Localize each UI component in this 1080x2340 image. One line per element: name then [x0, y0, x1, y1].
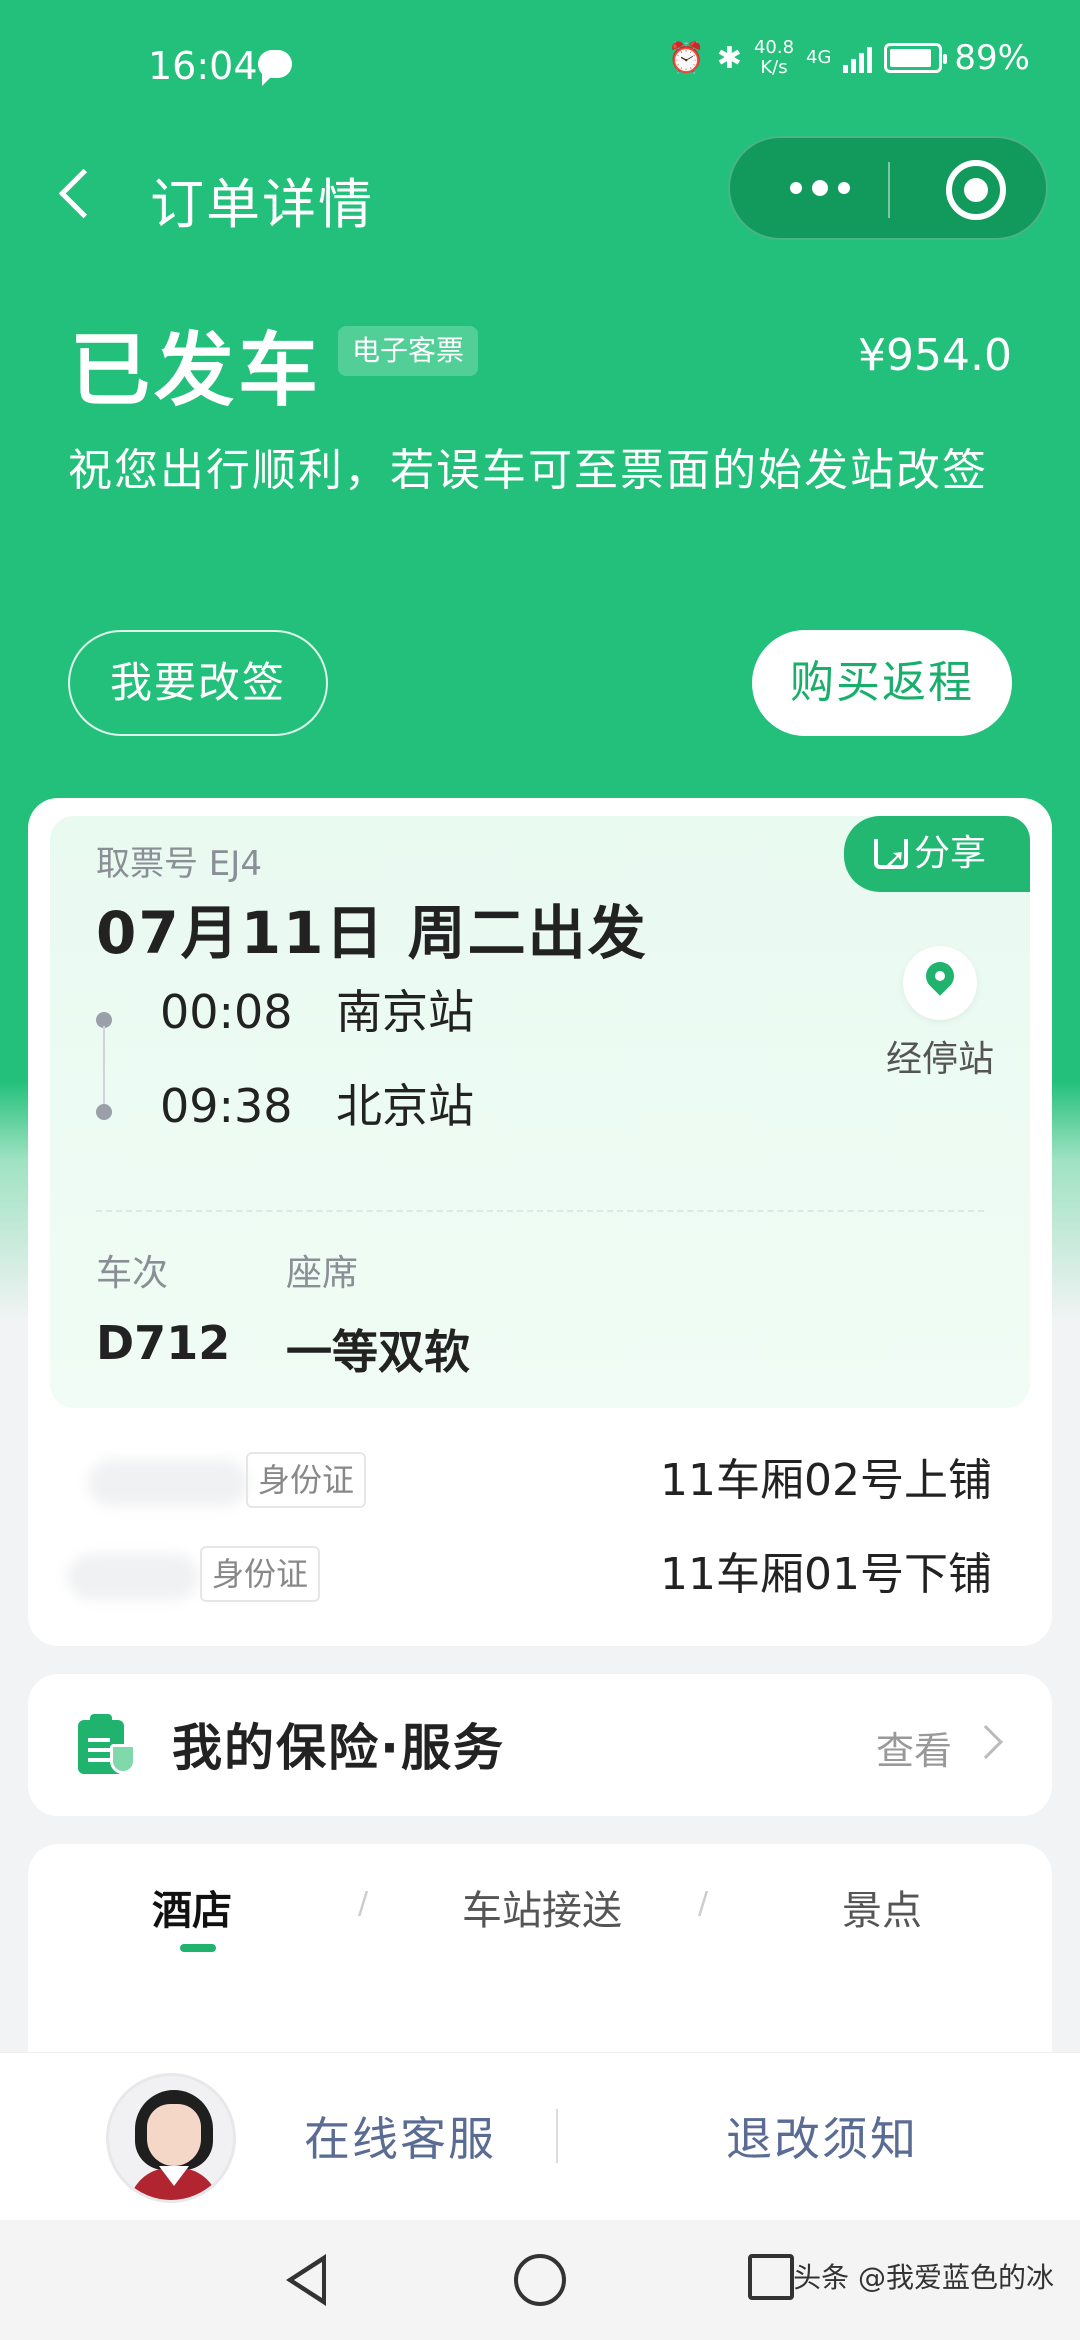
seat-class: 一等双软 — [286, 1325, 470, 1379]
stops-label: 经停站 — [885, 1039, 994, 1080]
battery-level-fill — [890, 49, 932, 67]
bottom-action-bar: 在线客服 退改须知 — [0, 2052, 1080, 2220]
back-arrow-icon[interactable] — [56, 164, 100, 224]
passenger-row[interactable]: 身份证 11车厢02号上铺 — [28, 1446, 1052, 1526]
dashed-divider — [96, 1210, 984, 1212]
system-nav-bar: 头条 @我爱蓝色的冰 — [0, 2220, 1080, 2340]
refund-rules-button[interactable]: 退改须知 — [726, 2103, 918, 2169]
page-title: 订单详情 — [150, 173, 374, 236]
net-speed-value: 40.8 — [753, 37, 795, 58]
insurance-service-row[interactable]: 我的保险·服务 查看 — [28, 1674, 1052, 1816]
battery-percent: 89% — [954, 38, 1030, 78]
bluetooth-icon: ✱ — [716, 40, 742, 76]
insurance-view-link[interactable]: 查看 — [876, 1720, 952, 1775]
departure-row: 00:08 南京站 — [160, 976, 474, 1042]
mini-program-capsule — [728, 136, 1048, 240]
active-tab-indicator — [180, 1944, 216, 1952]
chat-bubble-icon — [258, 50, 292, 86]
tab-station-transfer[interactable]: 车站接送 — [462, 1878, 622, 1936]
bottom-divider — [556, 2109, 558, 2163]
id-type-tag: 身份证 — [200, 1546, 321, 1602]
ticket-type-badge: 电子客票 — [338, 326, 479, 376]
arrive-station: 北京站 — [336, 1079, 474, 1133]
order-price: ¥954.0 — [858, 330, 1012, 381]
train-label: 车次 — [96, 1253, 169, 1294]
ticket-info-panel: 取票号 EJ4 分享 07月11日 周二出发 00:08 南京站 09:38 北京站… — [50, 816, 1030, 1408]
capsule-divider — [888, 162, 890, 218]
tab-separator: / — [358, 1886, 369, 1921]
pickup-number: 取票号 EJ4 — [96, 844, 262, 884]
recents-square-icon[interactable] — [748, 2254, 794, 2300]
back-triangle-icon[interactable] — [286, 2254, 326, 2306]
change-ticket-button[interactable]: 我要改签 — [68, 630, 328, 736]
status-bar: 16:04 ⏰ ✱ 40.8 K/s 4G 89% — [0, 0, 1080, 130]
alarm-icon: ⏰ — [667, 40, 705, 76]
tab-hotel[interactable]: 酒店 — [152, 1878, 232, 1936]
tab-attractions[interactable]: 景点 — [842, 1878, 922, 1936]
network-type: 4G — [806, 47, 832, 68]
close-target-icon[interactable] — [946, 160, 1006, 220]
tab-separator: / — [698, 1886, 709, 1921]
chevron-right-icon — [969, 1725, 1003, 1759]
passenger-row[interactable]: 身份证 11车厢01号下铺 — [28, 1540, 1052, 1620]
battery-icon — [884, 43, 948, 73]
share-button[interactable]: 分享 — [844, 816, 1030, 897]
more-dots-icon[interactable] — [770, 138, 870, 238]
travel-notice: 祝您出行顺利，若误车可至票面的始发站改签 — [68, 445, 988, 496]
home-circle-icon[interactable] — [514, 2254, 566, 2306]
route-timeline — [96, 1012, 112, 1120]
share-label: 分享 — [914, 833, 987, 874]
depart-station: 南京站 — [336, 985, 474, 1039]
train-number: D712 — [96, 1316, 231, 1370]
arrive-dot — [96, 1104, 112, 1120]
signal-icon — [843, 43, 873, 73]
share-icon — [874, 821, 908, 897]
ticket-card: 取票号 EJ4 分享 07月11日 周二出发 00:08 南京站 09:38 北京站… — [28, 798, 1052, 1646]
watermark: 头条 @我爱蓝色的冰 — [793, 2261, 1054, 2294]
passenger-name-blurred — [68, 1554, 198, 1600]
passenger-seat: 11车厢01号下铺 — [660, 1549, 992, 1600]
order-status: 已发车 — [70, 324, 322, 417]
seat-class-label: 座席 — [286, 1253, 359, 1294]
online-service-button[interactable]: 在线客服 — [304, 2103, 496, 2169]
insurance-clipboard-icon — [78, 1714, 136, 1774]
arrival-row: 09:38 北京站 — [160, 1070, 474, 1136]
net-speed-unit: K/s — [760, 57, 788, 78]
passenger-seat: 11车厢02号上铺 — [660, 1455, 992, 1506]
location-pin-icon — [903, 946, 977, 1020]
departure-date: 07月11日 周二出发 — [96, 899, 648, 967]
stops-button[interactable]: 经停站 — [880, 946, 1000, 1082]
id-type-tag: 身份证 — [246, 1452, 367, 1508]
net-speed: 40.8 K/s — [754, 38, 794, 78]
arrive-time: 09:38 — [160, 1079, 293, 1133]
route-line — [103, 1026, 105, 1104]
insurance-title: 我的保险·服务 — [172, 1719, 505, 1777]
nav-bar: 订单详情 — [0, 130, 1080, 260]
buy-return-button[interactable]: 购买返程 — [752, 630, 1012, 736]
passenger-name-blurred — [88, 1460, 248, 1506]
status-time: 16:04 — [148, 44, 258, 88]
depart-time: 00:08 — [160, 985, 293, 1039]
customer-service-avatar[interactable] — [106, 2073, 236, 2203]
